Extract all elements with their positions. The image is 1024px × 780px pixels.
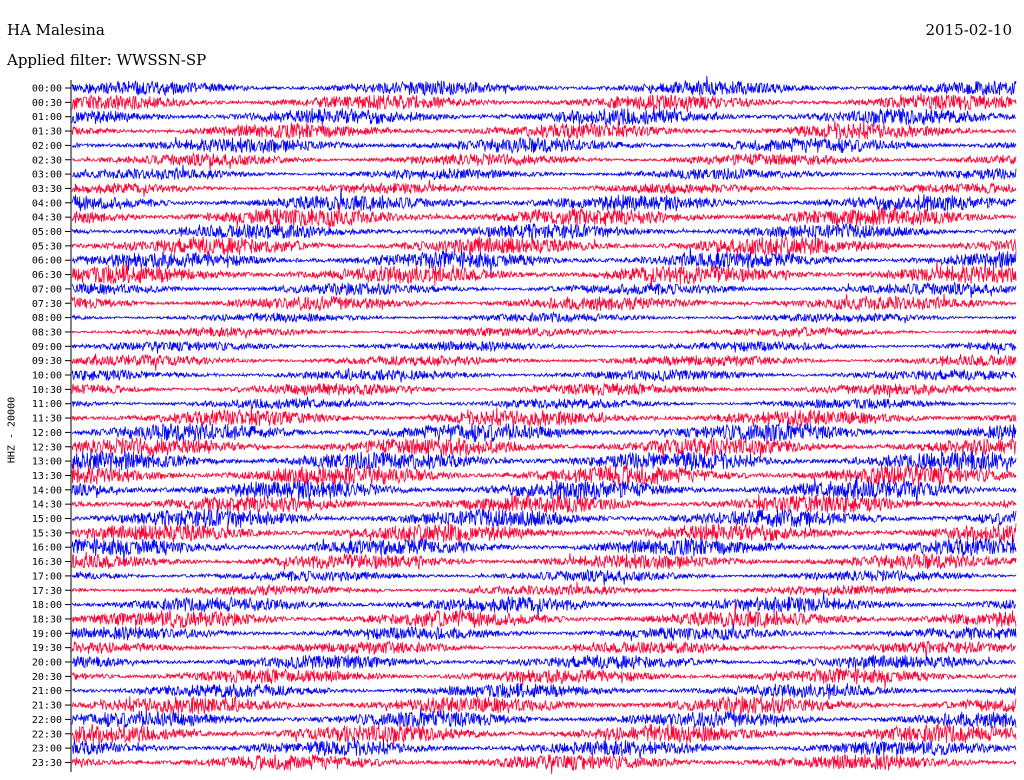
trace-1530 — [71, 521, 1017, 543]
row-label-1800: 18:00 — [32, 600, 62, 611]
row-label-0730: 07:30 — [32, 299, 62, 310]
trace-0530 — [71, 236, 1017, 259]
row-label-0930: 09:30 — [32, 356, 62, 367]
trace-0930 — [71, 353, 1017, 371]
row-label-2300: 23:00 — [32, 744, 62, 755]
row-label-1130: 11:30 — [32, 414, 62, 425]
trace-2000 — [71, 654, 1017, 671]
row-label-2130: 21:30 — [32, 701, 62, 712]
row-label-1230: 12:30 — [32, 442, 62, 453]
trace-0100 — [71, 107, 1017, 128]
row-label-0830: 08:30 — [32, 327, 62, 338]
trace-0830 — [71, 326, 1017, 339]
trace-0730 — [71, 293, 1017, 312]
row-label-0230: 02:30 — [32, 155, 62, 166]
trace-1830 — [71, 602, 1017, 629]
trace-1230 — [71, 436, 1017, 460]
row-label-0100: 01:00 — [32, 112, 62, 123]
row-label-1200: 12:00 — [32, 428, 62, 439]
row-label-1700: 17:00 — [32, 571, 62, 582]
row-label-1630: 16:30 — [32, 557, 62, 568]
row-label-2030: 20:30 — [32, 672, 62, 683]
row-label-1600: 16:00 — [32, 543, 62, 554]
row-label-0430: 04:30 — [32, 213, 62, 224]
trace-1500 — [72, 507, 1017, 531]
row-label-1430: 14:30 — [32, 500, 62, 511]
row-label-0700: 07:00 — [32, 284, 62, 295]
trace-1930 — [71, 640, 1017, 657]
row-label-2000: 20:00 — [32, 658, 62, 669]
row-label-0500: 05:00 — [32, 227, 62, 238]
trace-1700 — [71, 568, 1017, 586]
row-label-1530: 15:30 — [32, 528, 62, 539]
row-label-0030: 00:30 — [32, 98, 62, 109]
row-label-0300: 03:00 — [32, 170, 62, 181]
trace-1800 — [71, 591, 1017, 618]
row-label-1000: 10:00 — [32, 371, 62, 382]
helicorder-page: HA Malesina 2015-02-10 Applied filter: W… — [0, 0, 1024, 780]
trace-0000 — [71, 75, 1017, 97]
row-label-1830: 18:30 — [32, 614, 62, 625]
trace-2200 — [71, 708, 1017, 729]
trace-2330 — [71, 753, 1017, 775]
trace-0230 — [71, 151, 1017, 171]
row-label-0800: 08:00 — [32, 313, 62, 324]
row-label-1900: 19:00 — [32, 629, 62, 640]
row-label-1100: 11:00 — [32, 399, 62, 410]
row-label-0630: 06:30 — [32, 270, 62, 281]
row-label-0400: 04:00 — [32, 198, 62, 209]
row-label-2330: 23:30 — [32, 758, 62, 769]
helicorder-plot: 00:00 00:30 01:00 01:30 02:00 02:30 03:00 03:30… — [32, 75, 1017, 775]
trace-1300 — [71, 449, 1017, 473]
row-label-1030: 10:30 — [32, 385, 62, 396]
row-label-0600: 06:00 — [32, 256, 62, 267]
trace-2130 — [71, 695, 1017, 715]
row-label-1930: 19:30 — [32, 643, 62, 654]
row-label-0200: 02:00 — [32, 141, 62, 152]
trace-0300 — [71, 164, 1017, 181]
trace-0330 — [71, 179, 1017, 197]
trace-0430 — [71, 204, 1017, 229]
trace-1900 — [71, 624, 1017, 642]
trace-0400 — [71, 187, 1017, 212]
trace-0700 — [71, 281, 1017, 299]
trace-1030 — [71, 382, 1017, 398]
trace-1100 — [71, 396, 1017, 410]
trace-1630 — [71, 551, 1017, 571]
row-label-0530: 05:30 — [32, 241, 62, 252]
row-label-1730: 17:30 — [32, 586, 62, 597]
row-label-0330: 03:30 — [32, 184, 62, 195]
row-label-0130: 01:30 — [32, 127, 62, 138]
trace-1600 — [71, 534, 1017, 564]
trace-0800 — [71, 311, 1017, 324]
trace-0030 — [71, 93, 1017, 116]
row-label-1500: 15:00 — [32, 514, 62, 525]
row-label-2100: 21:00 — [32, 686, 62, 697]
row-label-2230: 22:30 — [32, 729, 62, 740]
row-label-0900: 09:00 — [32, 342, 62, 353]
row-label-1300: 13:00 — [32, 457, 62, 468]
trace-2230 — [71, 723, 1017, 748]
row-label-0000: 00:00 — [32, 84, 62, 95]
trace-1000 — [71, 367, 1017, 383]
row-label-1400: 14:00 — [32, 485, 62, 496]
trace-1330 — [71, 464, 1017, 491]
trace-0200 — [71, 136, 1017, 155]
trace-0900 — [71, 340, 1017, 355]
trace-2100 — [71, 682, 1017, 700]
row-label-2200: 22:00 — [32, 715, 62, 726]
trace-1730 — [71, 581, 1017, 596]
trace-1200 — [71, 420, 1017, 442]
row-label-1330: 13:30 — [32, 471, 62, 482]
trace-0500 — [71, 222, 1017, 244]
